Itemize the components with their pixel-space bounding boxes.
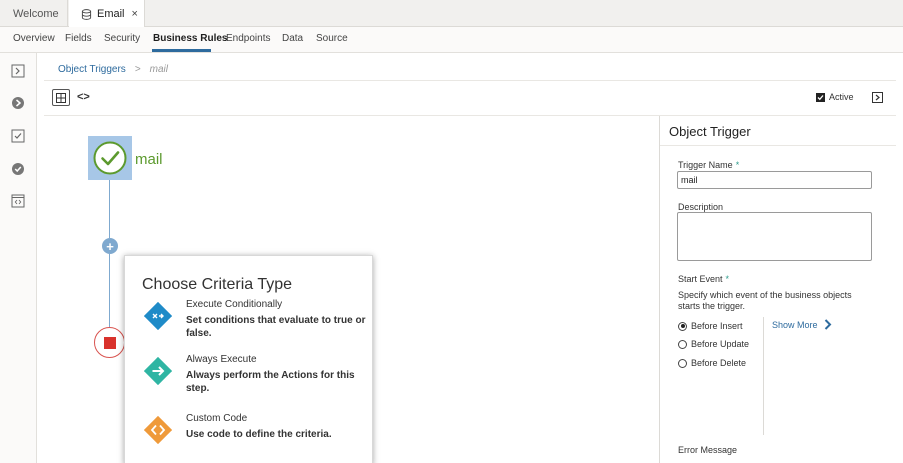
- start-event-label: Start Event *: [678, 274, 729, 284]
- radio-icon: [678, 339, 687, 349]
- option-always-execute[interactable]: Always Execute Always perform the Action…: [142, 354, 367, 404]
- choose-criteria-popup: Choose Criteria Type Execute Conditional…: [124, 255, 373, 463]
- flow-connector: [109, 180, 110, 238]
- checklist-icon[interactable]: [11, 129, 25, 143]
- active-tab-indicator: [152, 49, 211, 52]
- file-tab-bar: Welcome Email ×: [0, 0, 903, 28]
- description-field[interactable]: [677, 212, 872, 261]
- active-label: Active: [829, 92, 854, 102]
- tab-data[interactable]: Data: [282, 33, 303, 44]
- trigger-name-text: Trigger Name: [678, 160, 733, 170]
- stop-node[interactable]: [94, 327, 125, 358]
- add-step-button[interactable]: +: [102, 238, 118, 254]
- radio-selected-icon: [678, 321, 687, 331]
- grid-icon: [56, 92, 66, 103]
- arrow-right-icon: [144, 357, 172, 385]
- radio-before-insert[interactable]: Before Insert: [678, 321, 743, 331]
- panel-divider: [659, 116, 660, 463]
- checkbox-checked-icon: [816, 92, 825, 102]
- radio-label: Before Delete: [691, 358, 747, 368]
- expand-panel-icon[interactable]: [11, 64, 25, 78]
- divider: [763, 317, 764, 435]
- breadcrumb-current: mail: [149, 64, 168, 75]
- divider: [660, 145, 896, 146]
- play-circle-icon[interactable]: [11, 96, 25, 110]
- option-title: Execute Conditionally: [186, 299, 283, 310]
- trigger-name-field[interactable]: [677, 171, 872, 189]
- designer-view-button[interactable]: [52, 89, 70, 106]
- stop-icon: [103, 336, 116, 349]
- option-title: Always Execute: [186, 354, 257, 365]
- start-event-hint: Specify which event of the business obje…: [678, 290, 852, 311]
- collapse-panel-button[interactable]: [872, 92, 883, 103]
- check-circle-icon[interactable]: [11, 162, 25, 176]
- option-custom-code[interactable]: Custom Code Use code to define the crite…: [142, 413, 367, 463]
- left-nav: [0, 53, 37, 463]
- radio-icon: [678, 358, 687, 368]
- divider: [44, 80, 896, 81]
- breadcrumb-separator: >: [134, 64, 141, 75]
- radio-before-delete[interactable]: Before Delete: [678, 358, 746, 368]
- check-circle-icon: [93, 141, 127, 175]
- radio-label: Before Insert: [691, 321, 743, 331]
- file-tab-email-label: Email: [97, 8, 125, 20]
- start-event-text: Start Event: [678, 274, 723, 284]
- tab-fields[interactable]: Fields: [65, 33, 92, 44]
- flow-connector: [109, 254, 110, 327]
- file-tab-welcome[interactable]: Welcome: [0, 0, 68, 27]
- tab-security[interactable]: Security: [104, 33, 140, 44]
- file-tab-email[interactable]: Email ×: [69, 0, 145, 28]
- conditional-icon: [144, 302, 172, 330]
- panel-title: Object Trigger: [669, 124, 751, 139]
- sub-tab-bar: Overview Fields Security Business Rules …: [0, 27, 903, 53]
- breadcrumb: Object Triggers > mail: [58, 64, 168, 75]
- show-more-label: Show More: [772, 319, 818, 330]
- active-checkbox[interactable]: Active: [816, 92, 854, 102]
- trigger-name-label: mail: [135, 151, 163, 168]
- required-marker: *: [735, 160, 740, 170]
- radio-before-update[interactable]: Before Update: [678, 339, 749, 349]
- tab-source[interactable]: Source: [316, 33, 348, 44]
- trigger-name-field-label: Trigger Name *: [678, 160, 739, 170]
- tab-overview[interactable]: Overview: [13, 33, 55, 44]
- option-execute-conditionally[interactable]: Execute Conditionally Set conditions tha…: [142, 299, 367, 349]
- code-window-icon[interactable]: [11, 194, 25, 208]
- code-icon: [144, 416, 172, 444]
- description-label: Description: [678, 202, 724, 212]
- required-marker: *: [725, 274, 730, 284]
- tab-endpoints[interactable]: Endpoints: [226, 33, 270, 44]
- divider: [44, 115, 896, 116]
- option-description: Use code to define the criteria.: [186, 429, 332, 440]
- radio-label: Before Update: [691, 339, 750, 349]
- popup-title: Choose Criteria Type: [142, 276, 292, 293]
- close-icon[interactable]: ×: [132, 8, 138, 20]
- file-tab-welcome-label: Welcome: [13, 7, 59, 20]
- database-icon: [81, 8, 92, 20]
- option-description: Set conditions that evaluate to true or …: [186, 315, 366, 339]
- code-view-button[interactable]: <>: [77, 91, 90, 103]
- error-message-label: Error Message: [678, 445, 738, 455]
- option-title: Custom Code: [186, 413, 248, 424]
- trigger-start-node[interactable]: [88, 136, 132, 180]
- chevron-right-icon: [875, 94, 880, 101]
- breadcrumb-object-triggers[interactable]: Object Triggers: [58, 64, 126, 75]
- show-more-link[interactable]: Show More: [772, 319, 832, 330]
- option-description: Always perform the Actions for this step…: [186, 370, 355, 394]
- tab-business-rules[interactable]: Business Rules: [153, 33, 227, 44]
- chevron-right-icon: [824, 319, 831, 330]
